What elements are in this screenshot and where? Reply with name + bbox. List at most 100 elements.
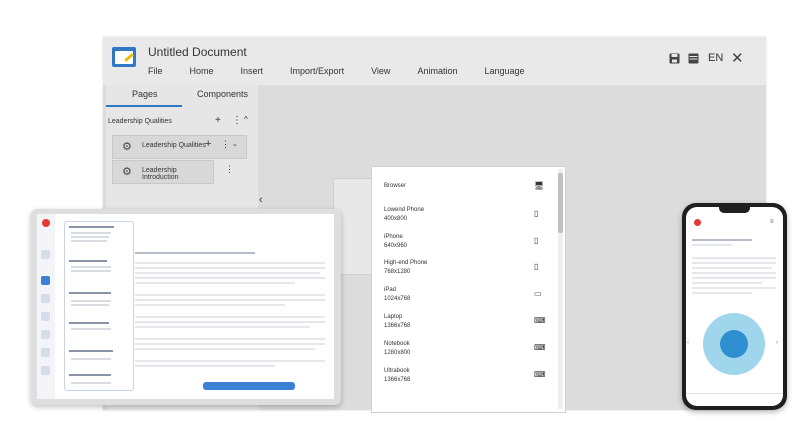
layout-icon[interactable] bbox=[688, 53, 699, 67]
toc-heading bbox=[69, 374, 111, 376]
device-browser[interactable]: Browser bbox=[384, 182, 406, 191]
content-line bbox=[692, 292, 752, 294]
active-tab-indicator bbox=[106, 105, 182, 107]
content-line bbox=[135, 299, 325, 301]
menu-file[interactable]: File bbox=[148, 66, 163, 76]
menu-insert[interactable]: Insert bbox=[241, 66, 264, 76]
phone-logo-icon bbox=[694, 219, 701, 226]
phone-icon: ▯ bbox=[534, 209, 539, 218]
toc-line bbox=[71, 358, 111, 360]
content-line bbox=[692, 267, 772, 269]
save-icon[interactable] bbox=[669, 53, 680, 67]
phone-icon: ▯ bbox=[534, 236, 539, 245]
tab-pages[interactable]: Pages bbox=[132, 89, 158, 99]
device-laptop[interactable]: Laptop 1366x768 bbox=[384, 313, 410, 331]
page-item-label: Leadership Introduction bbox=[142, 167, 179, 181]
content-line bbox=[135, 304, 285, 306]
close-icon[interactable]: ✕ bbox=[731, 49, 744, 67]
toc-line bbox=[71, 240, 107, 242]
document-title[interactable]: Untitled Document bbox=[148, 45, 247, 59]
chevron-down-icon[interactable]: ⌄ bbox=[232, 140, 238, 148]
more-options-icon[interactable]: ⋮ bbox=[225, 164, 234, 175]
toc-line bbox=[71, 382, 111, 384]
scrollbar-thumb[interactable] bbox=[558, 173, 563, 233]
content-line bbox=[692, 257, 776, 259]
content-heading bbox=[135, 252, 255, 254]
device-size: 1024x768 bbox=[384, 296, 411, 302]
content-line bbox=[135, 267, 325, 269]
chevron-left-icon[interactable]: ‹ bbox=[687, 340, 689, 346]
device-size: 640x960 bbox=[384, 243, 408, 249]
phone-preview: ≡ ‹ › bbox=[682, 203, 787, 410]
chevron-right-icon[interactable]: › bbox=[776, 340, 778, 346]
device-notebook[interactable]: Notebook 1280x800 bbox=[384, 340, 410, 358]
toc-line bbox=[71, 270, 111, 272]
laptop-icon: ⌨ bbox=[534, 316, 546, 325]
device-size: 1366x768 bbox=[384, 323, 411, 329]
menu-language[interactable]: Language bbox=[484, 66, 524, 76]
device-size: 1280x800 bbox=[384, 350, 411, 356]
phone-notch bbox=[719, 207, 750, 213]
content-line bbox=[135, 277, 325, 279]
device-name: High-end Phone bbox=[384, 260, 428, 266]
device-name: Notebook bbox=[384, 341, 410, 347]
toc-line bbox=[71, 232, 111, 234]
device-size: 1366x768 bbox=[384, 377, 411, 383]
gear-icon[interactable]: ⚙ bbox=[122, 140, 132, 153]
page-item-leadership-introduction[interactable]: ⚙ Leadership Introduction ⋮ bbox=[112, 160, 234, 184]
gear-icon[interactable]: ⚙ bbox=[122, 165, 132, 178]
illustration-image bbox=[703, 313, 765, 375]
device-name: Lowend Phone bbox=[384, 207, 425, 213]
content-line bbox=[135, 294, 325, 296]
add-icon[interactable]: + bbox=[205, 138, 211, 150]
toc-heading bbox=[69, 292, 111, 294]
menu-view[interactable]: View bbox=[371, 66, 390, 76]
toc-line bbox=[71, 266, 111, 268]
tablet-table-of-contents bbox=[64, 221, 134, 391]
device-high-end-phone[interactable]: High-end Phone 768x1280 bbox=[384, 259, 427, 277]
menu-home[interactable]: Home bbox=[190, 66, 214, 76]
phone-footer-divider bbox=[686, 393, 783, 394]
content-line bbox=[135, 321, 325, 323]
collapse-panel-icon[interactable]: ‹ bbox=[259, 194, 263, 206]
menu-animation[interactable]: Animation bbox=[417, 66, 457, 76]
more-options-icon[interactable]: ⋮ bbox=[232, 115, 242, 126]
content-line bbox=[135, 316, 325, 318]
device-lowend-phone[interactable]: Lowend Phone 400x800 bbox=[384, 206, 424, 224]
content-line bbox=[692, 244, 732, 246]
page-item-leadership-qualities[interactable]: ⚙ Leadership Qualities + ⋮ ⌄ bbox=[112, 135, 247, 159]
content-line bbox=[692, 277, 776, 279]
tab-components[interactable]: Components bbox=[197, 89, 248, 99]
device-ipad[interactable]: iPad 1024x768 bbox=[384, 286, 410, 304]
tablet-preview bbox=[31, 209, 341, 405]
toc-heading bbox=[69, 260, 107, 262]
device-size: 400x800 bbox=[384, 216, 408, 222]
tablet-sidebar bbox=[37, 214, 55, 399]
add-page-icon[interactable]: + bbox=[215, 115, 221, 126]
media-player-bar[interactable] bbox=[203, 382, 295, 390]
toc-heading bbox=[69, 226, 114, 228]
more-options-icon[interactable]: ⋮ bbox=[221, 139, 230, 150]
sidebar-icon bbox=[41, 250, 50, 259]
device-name: iPad bbox=[384, 287, 397, 293]
sidebar-icon bbox=[41, 276, 50, 285]
app-logo-icon bbox=[112, 47, 136, 67]
language-indicator[interactable]: EN bbox=[708, 52, 723, 64]
sidebar-icon bbox=[41, 366, 50, 375]
phone-icon: ▯ bbox=[534, 262, 539, 271]
menu-import-export[interactable]: Import/Export bbox=[290, 66, 344, 76]
toc-heading bbox=[69, 350, 113, 352]
content-line bbox=[135, 282, 295, 284]
device-name: Laptop bbox=[384, 314, 403, 320]
toc-line bbox=[71, 236, 109, 238]
panel-tabs: Pages Components bbox=[106, 85, 258, 107]
device-ultrabook[interactable]: Ultrabook 1366x768 bbox=[384, 367, 410, 385]
menu-icon[interactable]: ≡ bbox=[770, 219, 774, 225]
page-item-label: Leadership Qualities bbox=[142, 142, 206, 149]
content-line bbox=[135, 326, 310, 328]
laptop-icon: ⌨ bbox=[534, 343, 546, 352]
chevron-up-icon[interactable]: ^ bbox=[244, 115, 248, 124]
content-line bbox=[692, 272, 776, 274]
content-line bbox=[135, 338, 325, 340]
device-iphone[interactable]: iPhone 640x960 bbox=[384, 233, 407, 251]
